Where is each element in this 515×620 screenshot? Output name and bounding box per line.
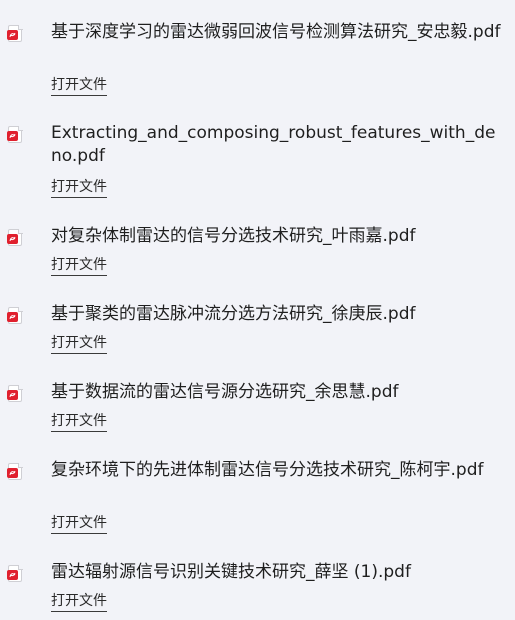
file-name: 基于数据流的雷达信号源分选研究_余思慧.pdf bbox=[51, 382, 399, 402]
file-list: 基于深度学习的雷达微弱回波信号检测算法研究_安忠毅.pdf 打开文件 Extra… bbox=[0, 0, 515, 620]
file-name: 雷达辐射源信号识别关键技术研究_薛坚 (1).pdf bbox=[51, 562, 411, 582]
pdf-file-icon bbox=[7, 564, 23, 582]
open-file-link[interactable]: 打开文件 bbox=[51, 76, 107, 96]
open-file-link[interactable]: 打开文件 bbox=[51, 592, 107, 612]
file-name: Extracting_and_composing_robust_features… bbox=[51, 123, 496, 166]
open-file-link[interactable]: 打开文件 bbox=[51, 256, 107, 276]
pdf-file-icon bbox=[7, 24, 23, 42]
pdf-file-icon bbox=[7, 462, 23, 480]
pdf-file-icon bbox=[7, 306, 23, 324]
file-name: 基于深度学习的雷达微弱回波信号检测算法研究_安忠毅.pdf bbox=[51, 22, 501, 42]
file-name: 复杂环境下的先进体制雷达信号分选技术研究_陈柯宇.pdf bbox=[51, 460, 484, 480]
open-file-link[interactable]: 打开文件 bbox=[51, 412, 107, 432]
pdf-file-icon bbox=[7, 228, 23, 246]
file-name: 对复杂体制雷达的信号分选技术研究_叶雨嘉.pdf bbox=[51, 226, 416, 246]
pdf-file-icon bbox=[7, 384, 23, 402]
open-file-link[interactable]: 打开文件 bbox=[51, 178, 107, 198]
file-name: 基于聚类的雷达脉冲流分选方法研究_徐庚辰.pdf bbox=[51, 304, 416, 324]
pdf-file-icon bbox=[7, 125, 23, 143]
open-file-link[interactable]: 打开文件 bbox=[51, 514, 107, 534]
open-file-link[interactable]: 打开文件 bbox=[51, 334, 107, 354]
